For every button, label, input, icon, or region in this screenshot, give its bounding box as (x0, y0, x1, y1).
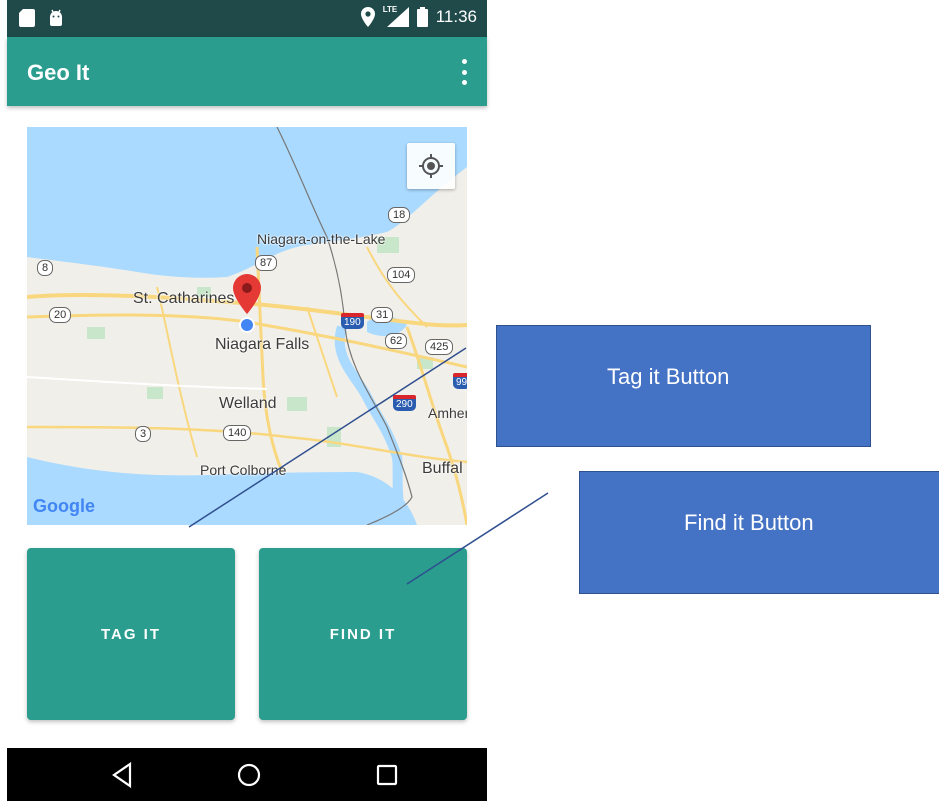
route-shield: 18 (388, 207, 411, 223)
my-location-icon (239, 317, 255, 333)
map-label-niagara-falls: Niagara Falls (215, 336, 310, 353)
map-view[interactable]: Niagara-on-the-Lake St. Catharines Niaga… (27, 127, 467, 525)
route-shield: 8 (37, 260, 54, 276)
map-label-buffalo: Buffal (422, 460, 463, 477)
clock: 11:36 (435, 7, 477, 26)
map-label-welland: Welland (219, 395, 277, 412)
lte-signal-icon: LTE (382, 5, 409, 27)
network-type-label: LTE (382, 5, 398, 14)
map-label-port-colborne: Port Colborne (200, 462, 287, 478)
android-icon (50, 9, 62, 26)
tag-it-callout-text: Tag it Button (607, 364, 730, 389)
phone-screen: LTE 11:36 Geo It Niagara-on-the-Lake St.… (7, 0, 487, 801)
map-label-niagara-on-the-lake: Niagara-on-the-Lake (257, 231, 386, 247)
back-button[interactable] (102, 758, 142, 792)
recents-square-icon (376, 764, 398, 786)
map-label-st-catharines: St. Catharines (133, 290, 235, 307)
tag-it-callout: Tag it Button (496, 325, 871, 447)
route-shield: 20 (49, 307, 72, 323)
google-logo: Google (33, 496, 95, 516)
route-shield: 140 (223, 425, 252, 441)
route-shield: 104 (387, 267, 416, 283)
interstate-shield: 190 (341, 313, 364, 329)
status-bar: LTE 11:36 (7, 0, 487, 37)
map-marker-icon[interactable] (231, 274, 263, 314)
crosshair-icon (419, 154, 443, 178)
interstate-shield: 99 (453, 373, 467, 389)
my-location-button[interactable] (407, 143, 455, 189)
home-button[interactable] (229, 758, 269, 792)
location-icon (360, 7, 375, 27)
route-shield: 425 (425, 339, 454, 355)
sd-card-icon (19, 9, 35, 27)
route-shield: 31 (371, 307, 394, 323)
home-circle-icon (237, 763, 261, 787)
route-shield: 62 (385, 333, 408, 349)
find-it-callout: Find it Button (579, 471, 939, 594)
navigation-bar (7, 748, 487, 801)
overflow-menu-icon[interactable] (457, 59, 471, 85)
app-title: Geo It (27, 60, 90, 85)
recents-button[interactable] (367, 758, 407, 792)
back-triangle-icon (112, 761, 132, 789)
app-bar: Geo It (7, 37, 487, 106)
interstate-shield: 290 (393, 395, 416, 411)
battery-icon (416, 7, 428, 27)
tag-it-button[interactable]: TAG IT (27, 548, 235, 720)
route-shield: 87 (255, 255, 278, 271)
route-shield: 3 (135, 426, 152, 442)
map-label-amherst: Amher (428, 405, 467, 421)
find-it-callout-text: Find it Button (684, 510, 814, 535)
find-it-button[interactable]: FIND IT (259, 548, 467, 720)
